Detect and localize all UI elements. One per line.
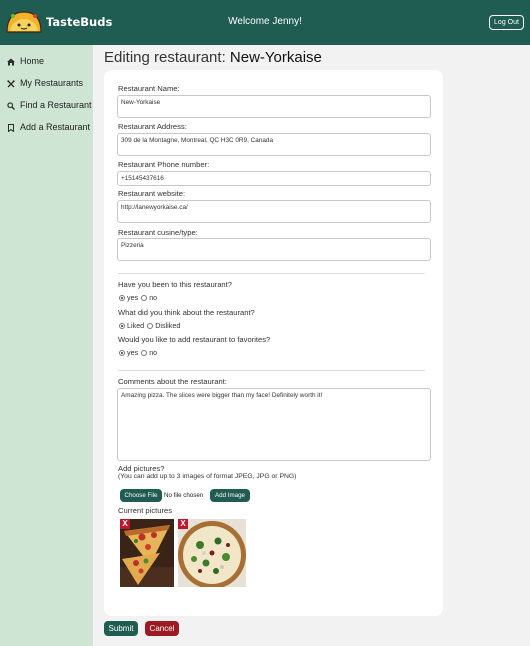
delete-picture-button[interactable]: X (178, 519, 188, 529)
radio-empty-icon (141, 295, 148, 301)
radio-empty-icon (147, 323, 154, 329)
choose-file-button[interactable]: Choose File (120, 489, 162, 502)
opinion-liked-radio[interactable]: Liked (119, 321, 144, 330)
bookmark-icon (8, 124, 14, 132)
divider (118, 273, 425, 274)
restaurant-picture: X (178, 519, 246, 587)
visited-no-radio[interactable]: no (141, 293, 157, 302)
add-image-button[interactable]: Add Image (210, 489, 250, 502)
radio-empty-icon (141, 350, 148, 356)
visited-radio-group: yes no (119, 293, 158, 302)
address-field[interactable]: 309 de la Montagne, Montreal, QC H3C 0R9… (117, 133, 431, 156)
opinion-disliked-radio[interactable]: Disliked (147, 321, 180, 330)
home-icon (7, 58, 15, 66)
favorite-question: Would you like to add restaurant to favo… (118, 335, 271, 344)
favorite-no-radio[interactable]: no (141, 348, 157, 357)
sidebar-item-add-restaurant[interactable]: Add a Restaurant (0, 120, 93, 138)
visited-question: Have you been to this restaurant? (118, 280, 232, 289)
search-icon (7, 102, 15, 110)
logout-button[interactable]: Log Out (489, 15, 524, 30)
sidebar-item-label: Home (20, 56, 45, 66)
page-title: Editing restaurant: New-Yorkaise (104, 49, 322, 66)
utensils-icon (7, 80, 15, 88)
pictures-label: Add pictures? (118, 464, 165, 473)
name-label: Restaurant Name: (118, 84, 180, 93)
visited-yes-radio[interactable]: yes (119, 293, 138, 302)
favorite-yes-radio[interactable]: yes (119, 348, 138, 357)
delete-picture-button[interactable]: X (120, 519, 130, 529)
top-bar: TasteBuds Welcome Jenny! Log Out (0, 0, 530, 45)
radio-selected-icon (119, 323, 125, 329)
website-label: Restaurant website: (118, 189, 186, 198)
pictures-hint: (You can add up to 3 images of format JP… (118, 473, 297, 480)
submit-button[interactable]: Submit (104, 621, 138, 636)
sidebar: Home My Restaurants Find a Restaurant Ad… (0, 45, 93, 646)
phone-field[interactable]: +15145437616 (117, 171, 431, 186)
favorite-radio-group: yes no (119, 348, 158, 357)
sidebar-item-label: Find a Restaurant (20, 100, 92, 110)
cuisine-label: Restaurant cusine/type: (118, 228, 198, 237)
phone-label: Restaurant Phone number: (118, 160, 210, 169)
cancel-button[interactable]: Cancel (145, 621, 179, 636)
opinion-radio-group: Liked Disliked (119, 321, 181, 330)
name-field[interactable]: New-Yorkaise (117, 95, 431, 118)
sidebar-item-label: Add a Restaurant (20, 122, 91, 132)
pizza-image (178, 519, 246, 587)
sidebar-item-home[interactable]: Home (0, 54, 93, 72)
address-label: Restaurant Address: (118, 122, 187, 131)
website-field[interactable]: http://lanewyorkaise.ca/ (117, 200, 431, 223)
restaurant-picture: X (120, 519, 174, 587)
opinion-question: What did you think about the restaurant? (118, 308, 255, 317)
sidebar-item-my-restaurants[interactable]: My Restaurants (0, 76, 93, 94)
no-file-text: No file chosen (164, 492, 204, 499)
sidebar-item-find-restaurant[interactable]: Find a Restaurant (0, 98, 93, 116)
radio-selected-icon (119, 350, 125, 356)
current-pictures-label: Current pictures (118, 506, 173, 515)
welcome-text: Welcome Jenny! (228, 16, 302, 27)
divider (118, 370, 425, 371)
radio-selected-icon (119, 295, 125, 301)
comments-textarea[interactable]: Amazing pizza. The slices were bigger th… (117, 388, 431, 461)
page-title-restaurant-name: New-Yorkaise (229, 49, 322, 66)
comments-label: Comments about the restaurant: (118, 377, 227, 386)
sidebar-item-label: My Restaurants (20, 78, 84, 88)
pizza-slices-image (120, 519, 174, 587)
page-title-prefix: Editing restaurant: (104, 49, 230, 66)
cuisine-field[interactable]: Pizzeria (117, 238, 431, 261)
